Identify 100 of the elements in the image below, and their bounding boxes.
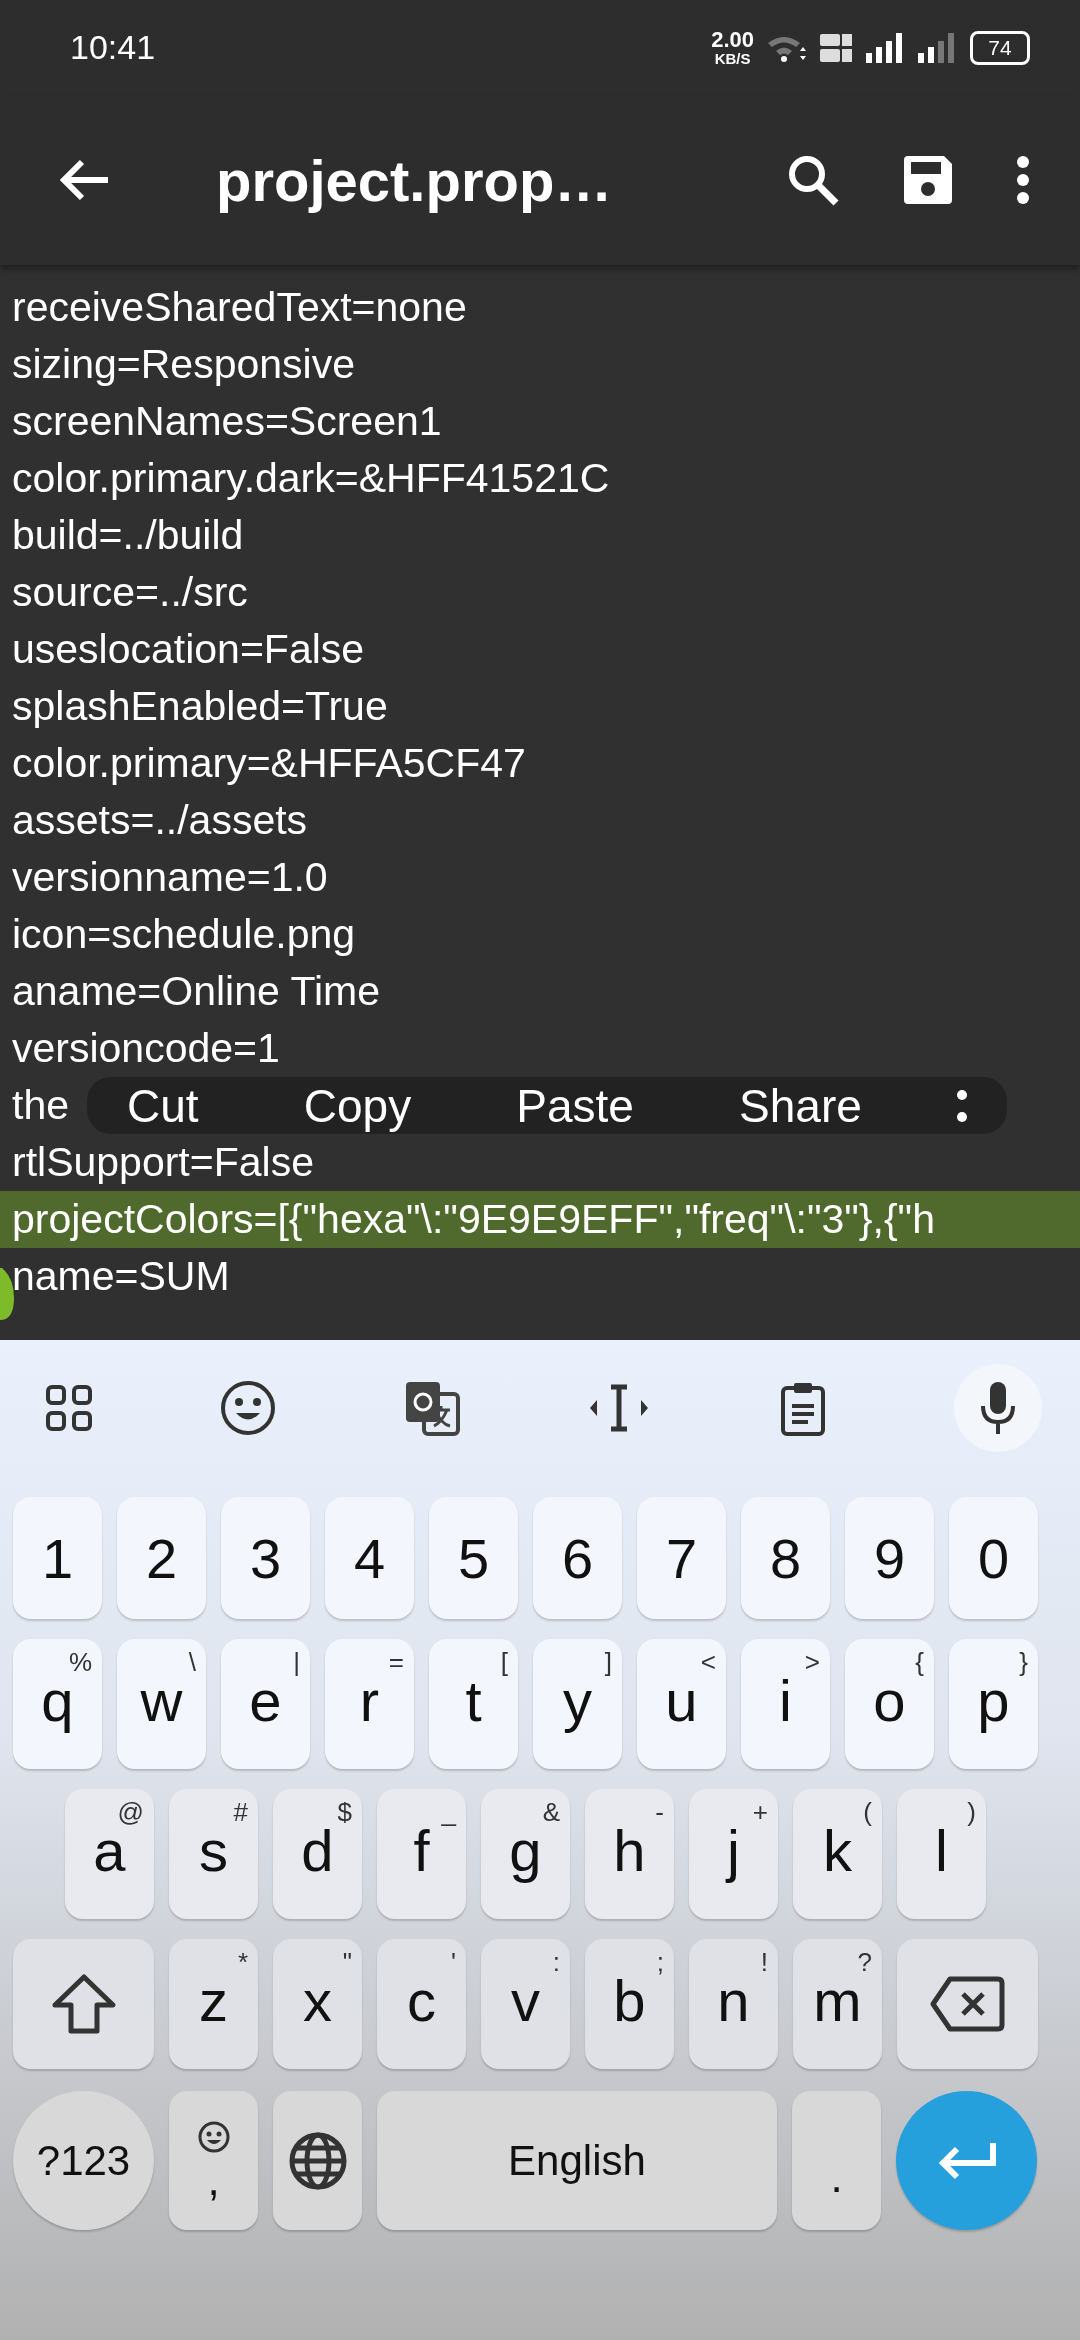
keyboard-key[interactable]: c ': [377, 1939, 466, 2069]
key-hint: -: [655, 1799, 664, 1825]
keyboard-key[interactable]: q %: [13, 1639, 102, 1769]
keyboard-key[interactable]: h -: [585, 1789, 674, 1919]
menu-item[interactable]: Copy: [293, 1078, 422, 1133]
keyboard-key[interactable]: 7: [637, 1497, 726, 1619]
keyboard-key[interactable]: l ): [897, 1789, 986, 1919]
battery-indicator: 74: [970, 30, 1030, 65]
globe-icon: [287, 2130, 348, 2191]
keyboard-key[interactable]: u <: [637, 1639, 726, 1769]
keyboard-key[interactable]: y ]: [533, 1639, 622, 1769]
key-hint: #: [233, 1799, 248, 1825]
key-hint: {: [915, 1649, 924, 1675]
code-line: rtlSupport=False: [12, 1139, 314, 1186]
key-hint: <: [700, 1649, 716, 1675]
translate-icon[interactable]: [403, 1379, 460, 1436]
keyboard-key[interactable]: p }: [949, 1639, 1038, 1769]
back-arrow-icon[interactable]: [58, 158, 110, 202]
keyboard-key[interactable]: 0: [949, 1497, 1038, 1619]
shift-key[interactable]: [13, 1939, 154, 2069]
comma-key[interactable]: ,: [169, 2091, 258, 2230]
key-hint: ): [967, 1799, 976, 1825]
keyboard-key[interactable]: m ?: [793, 1939, 882, 2069]
keyboard-key[interactable]: f _: [377, 1789, 466, 1919]
key-hint: *: [237, 1949, 248, 1975]
code-line: build=../build: [12, 512, 244, 559]
code-line: useslocation=False: [12, 626, 365, 673]
keyboard-key[interactable]: a @: [65, 1789, 154, 1919]
key-hint: ": [342, 1949, 352, 1975]
keyboard-key[interactable]: v :: [481, 1939, 570, 2069]
keyboard-key[interactable]: 9: [845, 1497, 934, 1619]
selection-handle-icon[interactable]: [0, 1268, 14, 1320]
key-hint: |: [293, 1649, 300, 1675]
code-line: the: [12, 1082, 69, 1129]
code-line: versionname=1.0: [12, 854, 328, 901]
key-hint: @: [117, 1799, 144, 1825]
keyboard-key[interactable]: 6: [533, 1497, 622, 1619]
backspace-key[interactable]: [897, 1939, 1038, 2069]
search-icon[interactable]: [786, 153, 840, 207]
code-line: splashEnabled=True: [12, 683, 388, 730]
menu-item[interactable]: Share: [729, 1078, 872, 1133]
menu-item[interactable]: Paste: [506, 1078, 644, 1133]
microphone-icon: [979, 1379, 1016, 1436]
code-line: assets=../assets: [12, 797, 308, 844]
keyboard-key[interactable]: e |: [221, 1639, 310, 1769]
key-hint: %: [68, 1649, 92, 1675]
file-title: project.prop…: [216, 146, 614, 214]
key-hint: _: [441, 1799, 456, 1825]
code-line: name=SUM: [12, 1253, 230, 1300]
keyboard-key[interactable]: 4: [325, 1497, 414, 1619]
keyboard-key[interactable]: t [: [429, 1639, 518, 1769]
keyboard-key[interactable]: 8: [741, 1497, 830, 1619]
key-hint: \: [188, 1649, 196, 1675]
keyboard-key[interactable]: j +: [689, 1789, 778, 1919]
key-hint: $: [337, 1799, 352, 1825]
key-hint: (: [863, 1799, 872, 1825]
keyboard-key[interactable]: s #: [169, 1789, 258, 1919]
emoji-icon[interactable]: [220, 1379, 277, 1436]
keyboard-key[interactable]: w \: [117, 1639, 206, 1769]
code-line: color.primary=&HFFA5CF47: [12, 740, 526, 787]
more-options-icon[interactable]: [1016, 155, 1030, 205]
keyboard-key[interactable]: 1: [13, 1497, 102, 1619]
keyboard-key[interactable]: 2: [117, 1497, 206, 1619]
more-options-icon[interactable]: [957, 1088, 967, 1123]
symbols-key[interactable]: ?123: [13, 2091, 154, 2230]
keyboard-key[interactable]: z *: [169, 1939, 258, 2069]
code-line: screenNames=Screen1: [12, 398, 442, 445]
status-time: 10:41: [70, 28, 156, 67]
key-hint: ]: [604, 1649, 612, 1675]
key-hint: }: [1019, 1649, 1028, 1675]
emoji-icon: [196, 2119, 231, 2154]
code-line: source=../src: [12, 569, 248, 616]
key-hint: ;: [656, 1949, 664, 1975]
keyboard-key[interactable]: g &: [481, 1789, 570, 1919]
code-line: versioncode=1: [12, 1025, 280, 1072]
key-hint: ?: [857, 1949, 872, 1975]
keyboard-key[interactable]: k (: [793, 1789, 882, 1919]
code-line: color.primary.dark=&HFF41521C: [12, 455, 610, 502]
keyboard-key[interactable]: i >: [741, 1639, 830, 1769]
space-key[interactable]: English: [377, 2091, 777, 2230]
shift-icon: [50, 1973, 117, 2035]
backspace-icon: [929, 1975, 1006, 2033]
keyboard-key[interactable]: 3: [221, 1497, 310, 1619]
code-line: projectColors=[{"hexa"\:"9E9E9EFF","freq"\:"3"},{"h: [12, 1196, 935, 1243]
keyboard-key[interactable]: x ": [273, 1939, 362, 2069]
network-speed: 2.00 KB/S: [711, 29, 754, 66]
key-hint: ': [451, 1949, 456, 1975]
keyboard-key[interactable]: d $: [273, 1789, 362, 1919]
key-hint: [: [500, 1649, 508, 1675]
language-key[interactable]: [273, 2091, 362, 2230]
keyboard-key[interactable]: o {: [845, 1639, 934, 1769]
key-hint: =: [388, 1649, 404, 1675]
period-key[interactable]: .: [792, 2091, 881, 2230]
menu-item[interactable]: Cut: [117, 1078, 209, 1133]
keyboard-key[interactable]: n !: [689, 1939, 778, 2069]
keyboard-key[interactable]: r =: [325, 1639, 414, 1769]
code-line: aname=Online Time: [12, 968, 381, 1015]
keyboard-key[interactable]: b ;: [585, 1939, 674, 2069]
apps-grid-icon[interactable]: [45, 1383, 93, 1432]
keyboard-key[interactable]: 5: [429, 1497, 518, 1619]
